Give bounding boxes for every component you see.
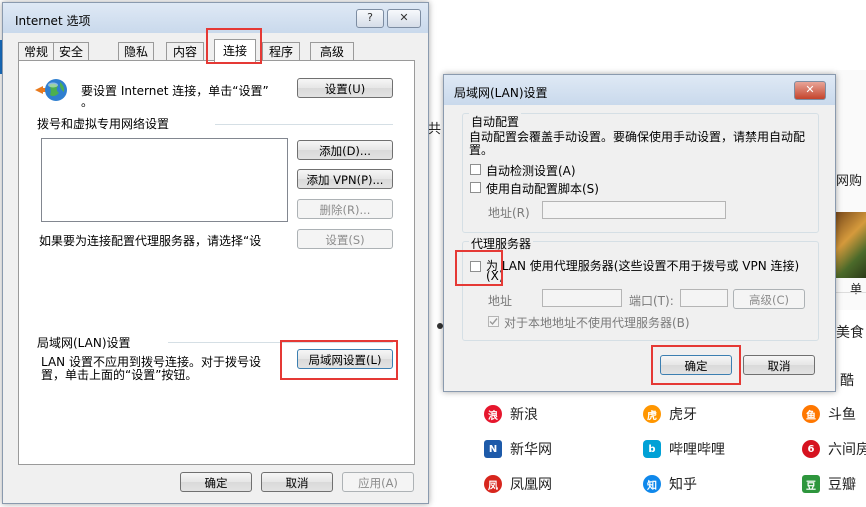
setup-button[interactable]: 设置(U) xyxy=(297,78,393,98)
site-label: 哔哩哔哩 xyxy=(669,442,725,458)
lan-settings-button[interactable]: 局域网设置(L) xyxy=(297,349,393,369)
proxy-server-heading: 代理服务器 xyxy=(469,235,534,252)
zhihu-icon: 知 xyxy=(643,475,661,493)
site-link-douban[interactable]: 豆 豆瓣 xyxy=(802,474,856,494)
douban-icon: 豆 xyxy=(802,475,820,493)
lan-instruction-line2: 置，单击上面的“设置”按钮。 xyxy=(41,368,198,382)
sina-icon: 浪 xyxy=(484,405,502,423)
setup-instruction-tail: 。 xyxy=(81,95,94,109)
tab-connections[interactable]: 连接 xyxy=(214,39,256,62)
tab-programs[interactable]: 程序 xyxy=(262,42,300,61)
site-link-xinhua[interactable]: N 新华网 xyxy=(484,439,552,459)
use-proxy-label[interactable]: 为 LAN 使用代理服务器(这些设置不用于拨号或 VPN 连接) xyxy=(486,257,799,274)
bilibili-icon: b xyxy=(643,440,661,458)
lan-cancel-button[interactable]: 取消 xyxy=(743,355,815,375)
site-label: 新浪 xyxy=(510,407,538,423)
advanced-button[interactable]: 高级(C) xyxy=(733,289,805,309)
lan-ok-button[interactable]: 确定 xyxy=(660,355,732,375)
site-label: 虎牙 xyxy=(669,407,697,423)
settings-button[interactable]: 设置(S) xyxy=(297,229,393,249)
proxy-address-input[interactable] xyxy=(542,289,622,307)
site-label: 豆瓣 xyxy=(828,477,856,493)
auto-script-checkbox[interactable] xyxy=(470,182,481,193)
add-button[interactable]: 添加(D)... xyxy=(297,140,393,160)
huya-icon: 虎 xyxy=(643,405,661,423)
proxy-port-input[interactable] xyxy=(680,289,728,307)
auto-detect-checkbox[interactable] xyxy=(470,164,481,175)
tab-general[interactable]: 常规 xyxy=(18,42,54,61)
tab-security[interactable]: 安全 xyxy=(53,42,89,61)
proxy-port-label: 端口(T): xyxy=(629,294,674,308)
bg-divider xyxy=(836,292,866,293)
lan-settings-dialog: 局域网(LAN)设置 ✕ 自动配置 自动配置会覆盖手动设置。要确保使用手动设置，… xyxy=(443,74,836,392)
site-link-douyu[interactable]: 鱼 斗鱼 xyxy=(802,404,856,424)
auto-config-desc-line2: 置。 xyxy=(469,143,494,157)
tab-privacy[interactable]: 隐私 xyxy=(118,42,154,61)
cancel-button[interactable]: 取消 xyxy=(261,472,333,492)
ok-button[interactable]: 确定 xyxy=(180,472,252,492)
auto-config-desc-line1: 自动配置会覆盖手动设置。要确保使用手动设置，请禁用自动配 xyxy=(469,130,806,144)
site-link-bilibili[interactable]: b 哔哩哔哩 xyxy=(643,439,725,459)
use-proxy-checkbox[interactable] xyxy=(470,261,481,272)
proxy-address-label: 地址 xyxy=(488,294,513,308)
script-address-input[interactable] xyxy=(542,201,726,219)
help-button[interactable]: ? xyxy=(356,9,384,28)
bg-fragment-gong: 共 xyxy=(428,122,442,137)
apply-button[interactable]: 应用(A) xyxy=(342,472,414,492)
globe-setup-icon xyxy=(34,76,68,104)
lan-section-heading: 局域网(LAN)设置 xyxy=(37,336,131,350)
site-link-sina[interactable]: 浪 新浪 xyxy=(484,404,538,424)
close-button[interactable]: ✕ xyxy=(387,9,421,28)
lan-section-divider xyxy=(168,342,393,343)
dialog-title: Internet 选项 xyxy=(15,14,91,28)
tab-strip: 常规 安全 隐私 内容 连接 程序 高级 xyxy=(18,39,418,62)
auto-script-label[interactable]: 使用自动配置脚本(S) xyxy=(486,180,599,197)
dialup-section-divider xyxy=(215,124,393,125)
proxy-instruction: 如果要为连接配置代理服务器，请选择“设 xyxy=(39,234,262,248)
douyu-icon: 鱼 xyxy=(802,405,820,423)
script-address-label: 地址(R) xyxy=(488,206,530,220)
use-proxy-label-hotkey[interactable]: (X) xyxy=(486,269,504,283)
bg-fragment-shopping[interactable]: 网购 xyxy=(836,170,862,189)
dialup-section-heading: 拨号和虚拟专用网络设置 xyxy=(37,117,170,131)
site-label: 凤凰网 xyxy=(510,477,552,493)
bg-thumbnail-image[interactable] xyxy=(836,212,866,278)
6rooms-icon: 6 xyxy=(802,440,820,458)
site-label: 新华网 xyxy=(510,442,552,458)
lan-dialog-title: 局域网(LAN)设置 xyxy=(454,86,548,100)
bypass-local-label[interactable]: 对于本地地址不使用代理服务器(B) xyxy=(504,314,690,331)
lan-close-button[interactable]: ✕ xyxy=(794,81,826,100)
delete-button[interactable]: 删除(R)... xyxy=(297,199,393,219)
site-link-huya[interactable]: 虎 虎牙 xyxy=(643,404,697,424)
bg-fragment-ku[interactable]: 酷 xyxy=(840,370,854,390)
dialup-connections-list[interactable] xyxy=(41,138,288,222)
ifeng-icon: 凤 xyxy=(484,475,502,493)
tab-content[interactable]: 内容 xyxy=(166,42,204,61)
bg-fragment-dan[interactable]: 单 xyxy=(850,280,862,297)
site-link-zhihu[interactable]: 知 知乎 xyxy=(643,474,697,494)
site-label: 知乎 xyxy=(669,477,697,493)
bypass-local-checkbox[interactable] xyxy=(488,316,499,327)
setup-instruction: 要设置 Internet 连接，单击“设置” xyxy=(81,84,269,98)
site-link-ifeng[interactable]: 凤 凤凰网 xyxy=(484,474,552,494)
add-vpn-button[interactable]: 添加 VPN(P)... xyxy=(297,169,393,189)
internet-options-dialog: Internet 选项 ? ✕ 常规 安全 隐私 内容 连接 程序 高级 要设置… xyxy=(2,2,429,504)
xinhua-icon: N xyxy=(484,440,502,458)
site-label: 斗鱼 xyxy=(828,407,856,423)
tab-advanced[interactable]: 高级 xyxy=(310,42,354,61)
bg-fragment-food[interactable]: 美食 xyxy=(836,322,864,342)
site-link-6rooms[interactable]: 6 六间房 xyxy=(802,439,866,459)
auto-detect-label[interactable]: 自动检测设置(A) xyxy=(486,162,576,179)
site-label: 六间房 xyxy=(828,442,866,458)
